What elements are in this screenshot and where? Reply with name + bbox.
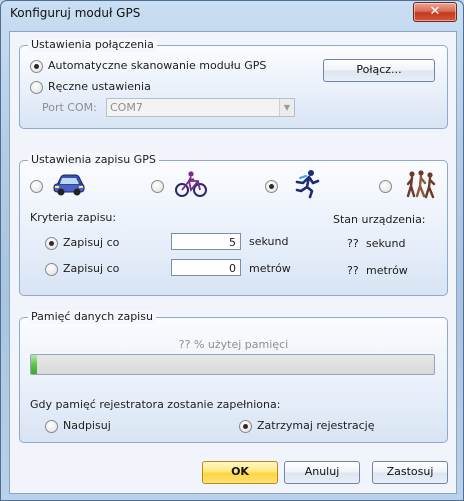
logging-settings-title: Ustawienia zapisu GPS [28, 153, 159, 167]
apply-button[interactable]: Zastosuj [372, 461, 448, 484]
profile-bicycle-radio[interactable] [151, 180, 164, 193]
memory-usage-fill [31, 355, 38, 374]
auto-scan-label[interactable]: Automatyczne skanowanie modułu GPS [48, 59, 266, 73]
memory-group: Pamięć danych zapisu ?? % użytej pamięci… [19, 310, 448, 443]
device-meters-value: ?? [347, 264, 359, 277]
memory-usage-text: ?? % użytej pamięci [178, 338, 289, 351]
seconds-input[interactable]: 5 [171, 233, 241, 250]
close-button[interactable]: ✕ [413, 2, 457, 22]
port-com-value: COM7 [110, 101, 143, 114]
dialog-window: Konfiguruj moduł GPS ✕ Ustawienia połącz… [0, 0, 464, 501]
stop-logging-label[interactable]: Zatrzymaj rejestrację [257, 419, 374, 433]
device-status-label: Stan urządzenia: [333, 213, 426, 226]
car-icon[interactable] [52, 171, 86, 197]
port-com-label: Port COM: [42, 101, 97, 114]
log-by-time-label[interactable]: Zapisuj co [63, 236, 119, 250]
dialog-body: Ustawienia połączenia Automatyczne skano… [9, 31, 457, 494]
memory-usage-bar [30, 354, 435, 375]
window-title: Konfiguruj moduł GPS [10, 6, 141, 20]
overwrite-label[interactable]: Nadpisuj [63, 419, 111, 433]
log-by-distance-label[interactable]: Zapisuj co [63, 262, 119, 276]
memory-title: Pamięć danych zapisu [28, 310, 156, 324]
title-bar[interactable]: Konfiguruj moduł GPS ✕ [1, 1, 463, 25]
meters-unit-label: metrów [249, 262, 291, 275]
chevron-down-icon[interactable]: ▼ [279, 99, 294, 116]
profile-hiking-radio[interactable] [379, 180, 392, 193]
ok-button[interactable]: OK [202, 461, 278, 484]
connection-settings-title: Ustawienia połączenia [28, 38, 157, 52]
device-seconds-value: ?? [347, 237, 359, 250]
logging-settings-group: Ustawienia zapisu GPS Kryteria zapisu: Z… [19, 153, 448, 296]
port-com-select[interactable]: COM7 ▼ [106, 98, 295, 117]
profile-running-radio[interactable] [265, 180, 278, 193]
profile-car-radio[interactable] [30, 180, 43, 193]
auto-scan-radio[interactable] [30, 60, 43, 73]
manual-settings-label[interactable]: Ręczne ustawienia [48, 80, 151, 94]
overwrite-radio[interactable] [45, 420, 58, 433]
cancel-button[interactable]: Anuluj [284, 461, 360, 484]
manual-settings-radio[interactable] [30, 81, 43, 94]
stop-logging-radio[interactable] [239, 420, 252, 433]
device-meters-unit: metrów [366, 264, 408, 277]
seconds-unit-label: sekund [249, 235, 289, 248]
meters-input[interactable]: 0 [171, 259, 241, 276]
device-seconds-unit: sekund [366, 237, 406, 250]
criteria-label: Kryteria zapisu: [30, 211, 117, 224]
runner-icon[interactable] [292, 169, 322, 199]
hikers-icon[interactable] [403, 169, 437, 199]
log-by-distance-radio[interactable] [45, 263, 58, 276]
connection-settings-group: Ustawienia połączenia Automatyczne skano… [19, 38, 448, 129]
bicycle-icon[interactable] [174, 170, 208, 198]
connect-button[interactable]: Połącz... [323, 59, 435, 82]
log-by-time-radio[interactable] [45, 237, 58, 250]
memory-full-label: Gdy pamięć rejestratora zostanie zapełni… [30, 398, 281, 411]
